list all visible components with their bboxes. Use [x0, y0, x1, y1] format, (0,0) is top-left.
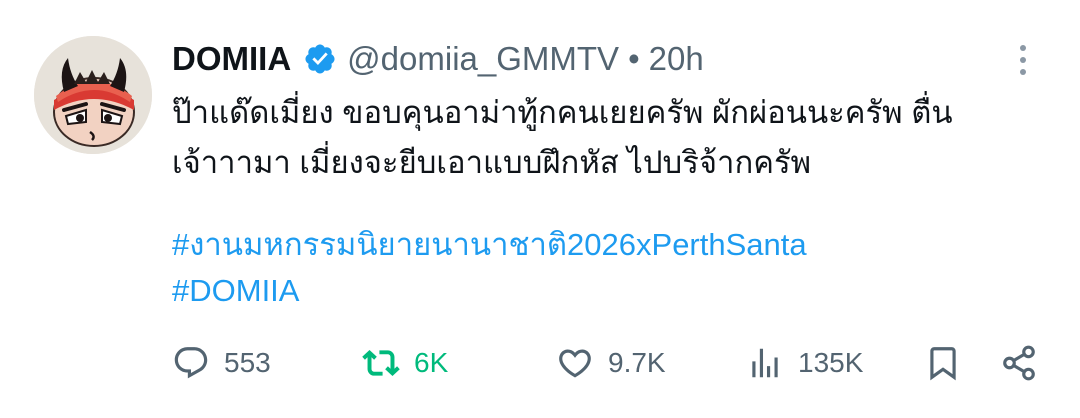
action-bar: 553 6K 9.7K 135K: [172, 340, 1042, 386]
avatar-image: [34, 36, 152, 154]
bookmark-icon: [930, 347, 956, 381]
bookmark-button[interactable]: [924, 340, 962, 386]
separator-dot: •: [628, 40, 640, 77]
hashtag-list: #งานมหกรรมนิยายนานาชาติ2026xPerthSanta #…: [172, 222, 1052, 314]
heart-icon: [559, 349, 591, 378]
like-count: 9.7K: [608, 347, 666, 378]
retweet-button[interactable]: 6K: [362, 340, 448, 386]
views-count: 135K: [798, 347, 864, 378]
like-button[interactable]: 9.7K: [556, 340, 666, 386]
tweet-text-line: ป๊าแด๊ดเมี่ยง ขอบคุนอาม่าทู้กคนเยยครัพ ผ…: [172, 95, 953, 130]
views-icon: [752, 348, 778, 378]
reply-button[interactable]: 553: [172, 340, 271, 386]
views-button[interactable]: 135K: [746, 340, 863, 386]
share-button[interactable]: [1000, 340, 1038, 386]
reply-icon: [174, 347, 208, 379]
tweet-header: DOMIIA @domiia_GMMTV • 20h: [172, 36, 704, 82]
avatar[interactable]: [34, 36, 152, 154]
hashtag-link[interactable]: #DOMIIA: [172, 268, 1052, 314]
verified-badge-icon: [305, 44, 335, 74]
reply-count: 553: [224, 347, 271, 378]
tweet-text: ป๊าแด๊ดเมี่ยง ขอบคุนอาม่าทู้กคนเยยครัพ ผ…: [172, 88, 1052, 188]
share-icon: [1003, 345, 1035, 381]
timestamp[interactable]: 20h: [649, 40, 704, 78]
retweet-count: 6K: [414, 347, 449, 378]
retweet-icon: [362, 350, 400, 376]
author-name[interactable]: DOMIIA: [172, 40, 291, 78]
more-icon[interactable]: [1012, 40, 1034, 80]
tweet-text-line: เจ้าาามา เมี่ยงจะยีบเอาแบบฝึกหัส ไปบริจ้…: [172, 145, 812, 180]
tweet-card[interactable]: DOMIIA @domiia_GMMTV • 20h ป๊าแด๊ดเมี่ยง…: [0, 0, 1080, 418]
author-handle[interactable]: @domiia_GMMTV: [347, 40, 619, 78]
hashtag-link[interactable]: #งานมหกรรมนิยายนานาชาติ2026xPerthSanta: [172, 222, 1052, 268]
